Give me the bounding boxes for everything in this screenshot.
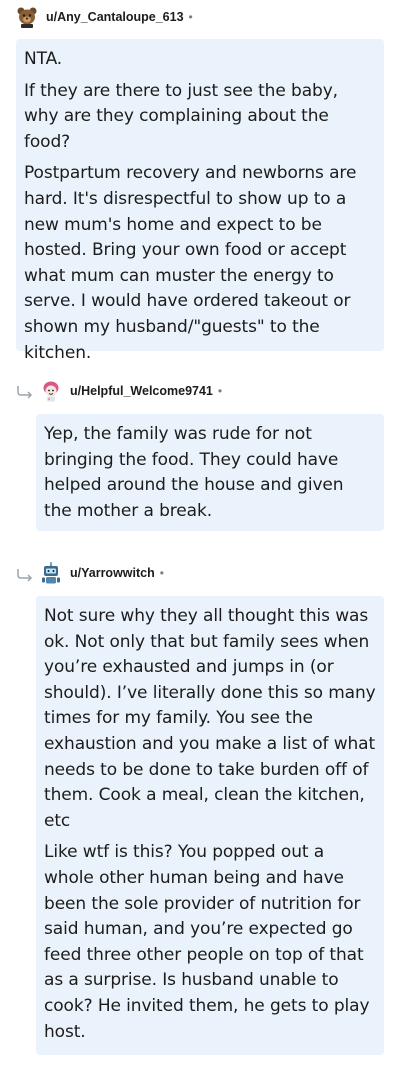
comment-header: u/Any_Cantaloupe_613 •	[16, 6, 193, 28]
comment-paragraph: NTA.	[24, 49, 63, 69]
comment-body: Yep, the family was rude for not bringin…	[36, 414, 384, 531]
username[interactable]: u/Any_Cantaloupe_613	[46, 10, 184, 24]
comment-paragraph: Like wtf is this? You popped out a whole…	[44, 842, 370, 1042]
username[interactable]: u/Helpful_Welcome9741	[70, 384, 213, 398]
bear-avatar-icon[interactable]	[16, 6, 38, 28]
comment-body: NTA. If they are there to just see the b…	[16, 39, 384, 363]
comment-header: u/Yarrowwitch •	[40, 561, 164, 584]
comment-paragraph: Yep, the family was rude for not bringin…	[44, 424, 344, 521]
separator-dot: •	[188, 10, 193, 24]
separator-dot: •	[159, 566, 164, 580]
comment-header: u/Helpful_Welcome9741 •	[40, 380, 222, 402]
username[interactable]: u/Yarrowwitch	[70, 566, 155, 580]
robot-avatar-icon[interactable]	[40, 561, 62, 584]
comment-paragraph: Not sure why they all thought this was o…	[44, 606, 376, 831]
comment-body: Not sure why they all thought this was o…	[36, 596, 384, 1055]
comment-paragraph: Postpartum recovery and newborns are har…	[24, 163, 357, 363]
reply-arrow-icon	[16, 384, 34, 399]
separator-dot: •	[217, 384, 223, 398]
reply-arrow-icon	[16, 567, 34, 582]
pink-hair-avatar-icon[interactable]	[40, 380, 62, 402]
comment-paragraph: If they are there to just see the baby, …	[24, 80, 338, 152]
